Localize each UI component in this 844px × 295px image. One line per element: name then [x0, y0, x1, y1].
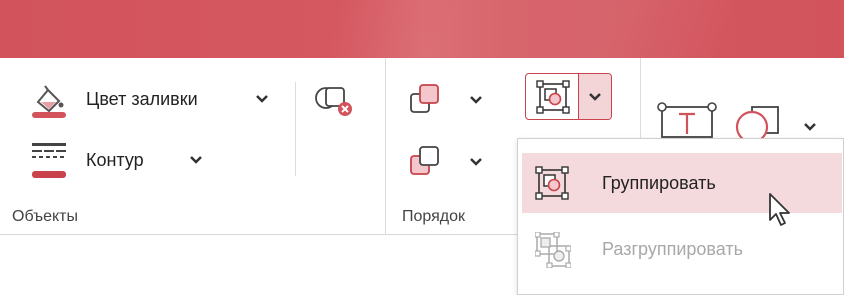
group-dropdown-menu: Группировать Разгруппировать: [517, 138, 844, 295]
mouse-cursor-icon: [768, 192, 794, 228]
menu-item-ungroup[interactable]: Разгруппировать: [522, 219, 842, 279]
send-backward-chevron-icon[interactable]: [469, 157, 483, 167]
shape-icon[interactable]: [734, 103, 796, 143]
outline-button[interactable]: Контур: [86, 150, 144, 171]
text-box-icon[interactable]: [655, 100, 717, 140]
bring-forward-chevron-icon[interactable]: [469, 95, 483, 105]
fill-color-icon[interactable]: [28, 80, 72, 120]
bring-forward-icon[interactable]: [406, 80, 446, 120]
objects-group-label: Объекты: [12, 208, 78, 225]
separator: [295, 82, 296, 176]
arrange-group-label: Порядок: [402, 208, 466, 225]
delete-object-icon[interactable]: [314, 82, 354, 122]
send-backward-icon[interactable]: [406, 142, 446, 182]
menu-item-ungroup-label: Разгруппировать: [602, 239, 744, 259]
group-dropdown-toggle[interactable]: [578, 74, 611, 119]
fill-color-chevron-icon[interactable]: [255, 94, 269, 104]
title-bar: [0, 0, 844, 58]
group-objects-icon[interactable]: [536, 80, 570, 114]
menu-item-group-label: Группировать: [602, 173, 716, 193]
shape-chevron-icon[interactable]: [803, 122, 817, 132]
outline-icon[interactable]: [28, 140, 72, 180]
ungroup-objects-icon: [535, 232, 571, 268]
group-separator: [385, 58, 386, 234]
group-chevron-icon[interactable]: [588, 92, 602, 102]
fill-color-button[interactable]: Цвет заливки: [86, 89, 198, 110]
title-bar-sheen: [330, 0, 730, 58]
outline-chevron-icon[interactable]: [189, 155, 203, 165]
group-separator: [640, 58, 641, 138]
group-objects-icon: [535, 166, 569, 200]
group-split-button[interactable]: [525, 73, 612, 120]
menu-item-group[interactable]: Группировать: [522, 153, 842, 213]
